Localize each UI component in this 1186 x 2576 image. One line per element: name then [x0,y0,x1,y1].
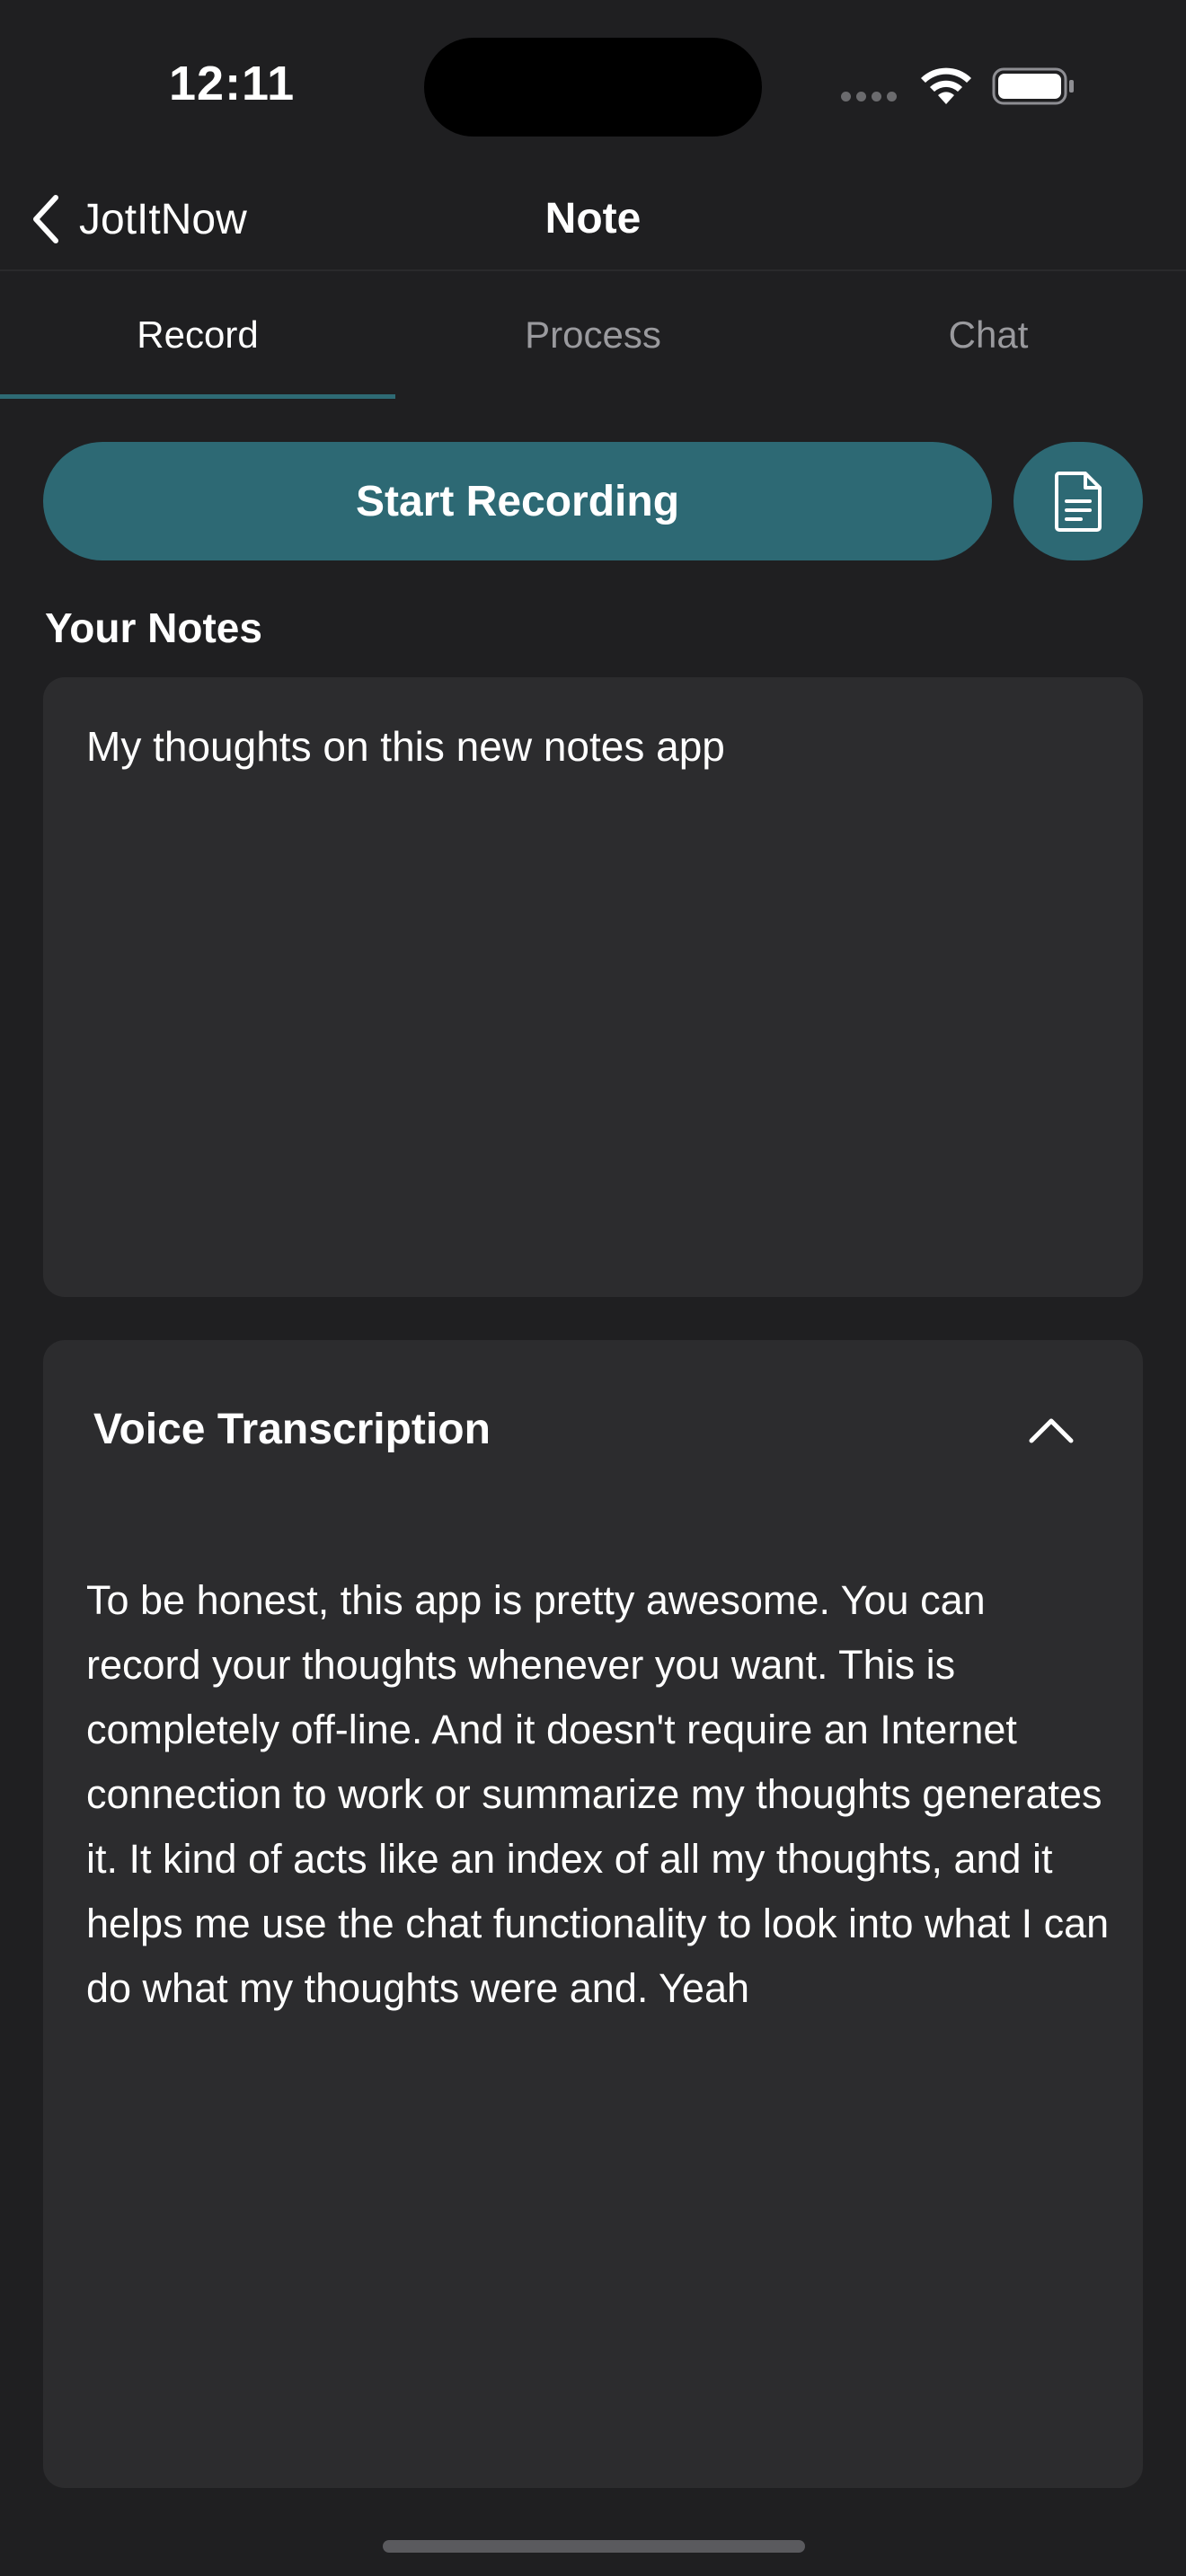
navigation-bar: JotItNow Note [0,171,1186,271]
cellular-signal-icon [841,90,900,102]
voice-transcription-card: Voice Transcription To be honest, this a… [43,1340,1143,2488]
voice-transcription-header[interactable]: Voice Transcription [43,1340,1143,1525]
home-indicator [383,2540,805,2553]
status-bar: 12:11 [0,0,1186,171]
tab-record[interactable]: Record [0,271,395,399]
back-button[interactable]: JotItNow [29,183,247,255]
back-label: JotItNow [79,195,247,243]
start-recording-button[interactable]: Start Recording [43,442,992,560]
document-button[interactable] [1013,442,1143,560]
chevron-up-icon[interactable] [1026,1412,1076,1448]
your-notes-label: Your Notes [45,604,262,651]
dynamic-island [424,38,762,137]
wifi-icon [921,67,971,104]
document-icon [1055,472,1102,532]
tab-bar: Record Process Chat [0,271,1186,399]
chevron-left-icon [33,195,58,243]
tab-process[interactable]: Process [395,271,791,399]
notes-text-area[interactable]: My thoughts on this new notes app [43,677,1143,1297]
status-time: 12:11 [169,57,296,110]
note-screen: 12:11 JotItNow Note Record Process Chat [0,0,1186,2576]
battery-icon [992,67,1074,105]
voice-transcription-title: Voice Transcription [93,1406,491,1453]
tab-chat[interactable]: Chat [791,271,1186,399]
voice-transcription-text: To be honest, this app is pretty awesome… [86,1577,1110,2011]
